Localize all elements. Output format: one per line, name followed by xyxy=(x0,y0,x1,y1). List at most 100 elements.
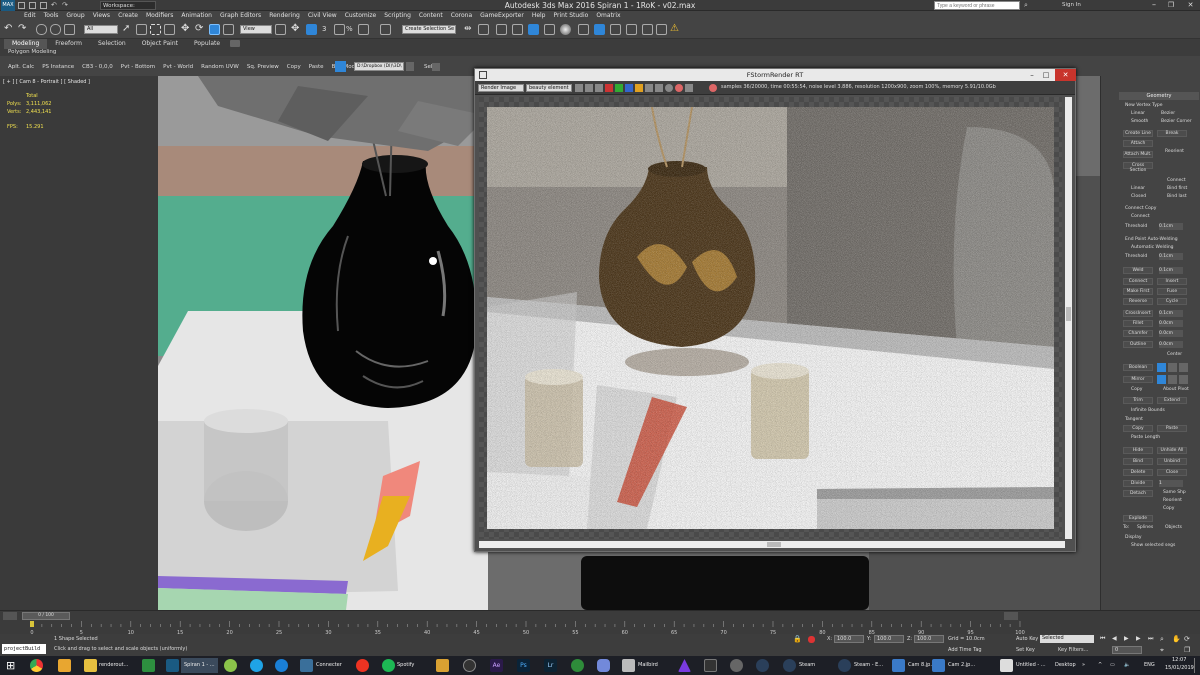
menu-item[interactable]: Omatrix xyxy=(592,11,624,21)
ribbon-options-icon[interactable] xyxy=(230,40,240,47)
unlink-icon[interactable] xyxy=(50,24,61,35)
menu-item[interactable]: Modifiers xyxy=(142,11,177,21)
network-icon[interactable]: ▭ xyxy=(1110,658,1115,673)
windows-start-icon[interactable]: ⊞ xyxy=(6,659,19,672)
material-editor-icon[interactable] xyxy=(560,24,571,35)
save-image-icon[interactable] xyxy=(575,84,583,92)
hide-button[interactable]: Hide xyxy=(1123,447,1153,454)
close-spline-button[interactable]: Close xyxy=(1157,469,1187,476)
mirror-button[interactable]: Mirror xyxy=(1123,376,1153,383)
menu-item[interactable]: Civil View xyxy=(304,11,341,21)
threshold2-input[interactable]: 0.1cm xyxy=(1159,253,1183,260)
menu-item[interactable]: Tools xyxy=(40,11,63,21)
taskbar-item[interactable]: Untitled - ... xyxy=(1016,658,1046,673)
window-crossing-icon[interactable] xyxy=(164,24,175,35)
play-icon[interactable]: ▶ xyxy=(1124,635,1129,642)
prev-frame-icon[interactable]: ◀ xyxy=(1112,635,1117,642)
desktop-toolbar[interactable]: Desktop xyxy=(1055,658,1076,673)
same-shp-checkbox[interactable]: Same Shp xyxy=(1163,490,1186,495)
render-maximize-icon[interactable]: □ xyxy=(1039,69,1053,81)
pivot-center-icon[interactable] xyxy=(275,24,286,35)
mirror-both-icon[interactable] xyxy=(1179,375,1188,384)
explode-button[interactable]: Explode xyxy=(1123,515,1153,522)
attach-mult-button[interactable]: Attach Mult. xyxy=(1123,151,1153,158)
render-hscrollbar[interactable] xyxy=(479,541,1065,548)
x-input[interactable]: 100.0 xyxy=(834,635,864,643)
rect-selection-icon[interactable] xyxy=(150,24,161,35)
cross-section-button[interactable]: Cross Section xyxy=(1123,162,1153,173)
link-icon[interactable] xyxy=(36,24,47,35)
outline-button[interactable]: Outline xyxy=(1123,341,1153,348)
delete-button[interactable]: Delete xyxy=(1123,469,1153,476)
linear-checkbox[interactable]: Linear xyxy=(1131,186,1145,191)
skype-icon[interactable] xyxy=(250,659,263,672)
taskbar-item[interactable]: Connecter xyxy=(316,658,342,673)
steam-icon[interactable] xyxy=(783,659,796,672)
image-viewer-icon[interactable] xyxy=(892,659,905,672)
rotate-icon[interactable]: ⟳ xyxy=(195,24,206,35)
create-line-button[interactable]: Create Line xyxy=(1123,130,1153,137)
timeline-prev-icon[interactable] xyxy=(3,612,17,620)
image-viewer-icon[interactable] xyxy=(932,659,945,672)
detach-button[interactable]: Detach xyxy=(1123,490,1153,497)
time-slider[interactable]: 0 / 100 xyxy=(22,612,70,620)
y-input[interactable]: 100.0 xyxy=(874,635,904,643)
android-icon[interactable] xyxy=(224,659,237,672)
render-iterative-icon[interactable] xyxy=(626,24,637,35)
z-input[interactable]: 100.0 xyxy=(914,635,944,643)
crossinsert-input[interactable]: 0.1cm xyxy=(1159,310,1183,317)
splines-radio[interactable]: Splines xyxy=(1137,525,1153,530)
bezier-corner-radio[interactable]: Bezier Corner xyxy=(1161,119,1192,124)
red-channel-icon[interactable] xyxy=(605,84,613,92)
current-frame-marker[interactable] xyxy=(30,621,34,627)
infinite-bounds-checkbox[interactable]: Infinite Bounds xyxy=(1131,408,1165,413)
outline-input[interactable]: 0.0cm xyxy=(1159,341,1183,348)
custom-tool-button[interactable]: Aplt. Calc xyxy=(4,60,38,74)
selected-dropdown[interactable]: Selected xyxy=(1040,635,1094,643)
menu-item[interactable]: Scripting xyxy=(380,11,415,21)
schematic-view-icon[interactable] xyxy=(544,24,555,35)
taskbar-item[interactable]: Spiran 1 - ... xyxy=(181,658,218,673)
power-icon[interactable] xyxy=(356,659,369,672)
search-icon[interactable]: ⌕ xyxy=(1024,1,1028,10)
chamfer-button[interactable]: Chamfer xyxy=(1123,330,1153,337)
center-checkbox[interactable]: Center xyxy=(1167,352,1182,357)
reverse-button[interactable]: Reverse xyxy=(1123,298,1153,305)
xbox-icon[interactable] xyxy=(571,659,584,672)
minimize-icon[interactable]: – xyxy=(1146,0,1162,11)
menu-item[interactable]: Group xyxy=(62,11,88,21)
copy-image-icon[interactable] xyxy=(585,84,593,92)
angle-snap-icon[interactable] xyxy=(334,24,345,35)
render-frame-window-icon[interactable] xyxy=(594,24,605,35)
mirror-h-icon[interactable] xyxy=(1157,375,1166,384)
divide-button[interactable]: Divide xyxy=(1123,480,1153,487)
pan-icon[interactable]: ✋ xyxy=(1172,635,1181,643)
select-by-name-icon[interactable] xyxy=(136,24,147,35)
fillet-button[interactable]: Fillet xyxy=(1123,320,1153,327)
ribbon-tab[interactable]: Populate xyxy=(186,39,228,49)
toggle-ribbon-icon[interactable] xyxy=(512,24,523,35)
clock-date[interactable]: 15/01/2019 xyxy=(1165,665,1194,671)
selection-filter-dropdown[interactable]: All xyxy=(84,25,118,34)
layer-explorer-icon[interactable] xyxy=(496,24,507,35)
select-object-icon[interactable]: ➚ xyxy=(122,24,133,35)
threshold-input[interactable]: 0.1cm xyxy=(1159,223,1183,230)
warning-icon[interactable]: ⚠ xyxy=(670,24,681,35)
taskbar-item[interactable]: renderout... xyxy=(99,658,128,673)
copy-checkbox[interactable]: Copy xyxy=(1131,387,1142,392)
weld-input[interactable]: 0.1cm xyxy=(1159,267,1183,274)
maximize-icon[interactable]: ❐ xyxy=(1163,0,1179,11)
about-pivot-checkbox[interactable]: About Pivot xyxy=(1163,387,1189,392)
menu-item[interactable]: Rendering xyxy=(265,11,304,21)
closed-checkbox[interactable]: Closed xyxy=(1131,194,1146,199)
settings-icon[interactable] xyxy=(685,84,693,92)
select-manipulate-icon[interactable]: ✥ xyxy=(291,24,302,35)
menu-item[interactable]: Content xyxy=(415,11,447,21)
current-frame-input[interactable]: 0 xyxy=(1112,646,1142,654)
connecter-icon[interactable] xyxy=(300,659,313,672)
menu-item[interactable]: Customize xyxy=(341,11,381,21)
weld-button[interactable]: Weld xyxy=(1123,267,1153,274)
file-explorer-icon[interactable] xyxy=(84,659,97,672)
boolean-button[interactable]: Boolean xyxy=(1123,364,1153,371)
volume-icon[interactable]: 🔈 xyxy=(1124,658,1130,673)
